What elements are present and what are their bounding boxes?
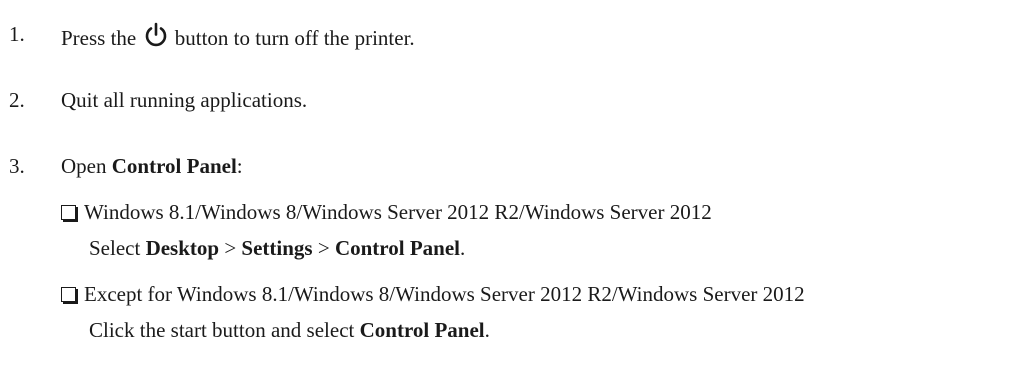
instruction-text: . (459, 236, 466, 260)
option-2-instruction: Click the start button and select Contro… (89, 318, 490, 343)
step-number: 2. (9, 88, 25, 112)
step-text-part: Open (61, 154, 112, 178)
checkbox-bullet-icon (61, 205, 76, 220)
step-text-part: button to turn off the printer. (169, 26, 415, 50)
option-2-heading: Except for Windows 8.1/Windows 8/Windows… (61, 282, 805, 307)
step-text: Press the button to turn off the printer… (61, 22, 415, 51)
step-number: 1. (9, 22, 25, 46)
step-text-part: : (236, 154, 243, 178)
bold-term: Settings (241, 236, 313, 260)
step-text: Open Control Panel: (61, 154, 243, 179)
bold-term: Control Panel (111, 154, 237, 178)
step-text-part: Press the (61, 26, 137, 50)
power-icon (143, 22, 169, 48)
menu-separator: > (219, 236, 242, 260)
instruction-text: Click the start button and select (89, 318, 360, 342)
option-1-heading: Windows 8.1/Windows 8/Windows Server 201… (61, 200, 712, 225)
menu-separator: > (312, 236, 335, 260)
step-text: Quit all running applications. (61, 88, 308, 112)
instruction-text: Select (89, 236, 146, 260)
option-heading-text: Except for Windows 8.1/Windows 8/Windows… (84, 282, 805, 306)
option-heading-text: Windows 8.1/Windows 8/Windows Server 201… (84, 200, 712, 224)
instruction-text: . (484, 318, 490, 342)
bold-term: Control Panel (359, 318, 485, 342)
bold-term: Desktop (145, 236, 220, 260)
checkbox-bullet-icon (61, 287, 76, 302)
option-1-instruction: Select Desktop > Settings > Control Pane… (89, 236, 465, 261)
step-number: 3. (9, 154, 25, 178)
bold-term: Control Panel (334, 236, 460, 260)
